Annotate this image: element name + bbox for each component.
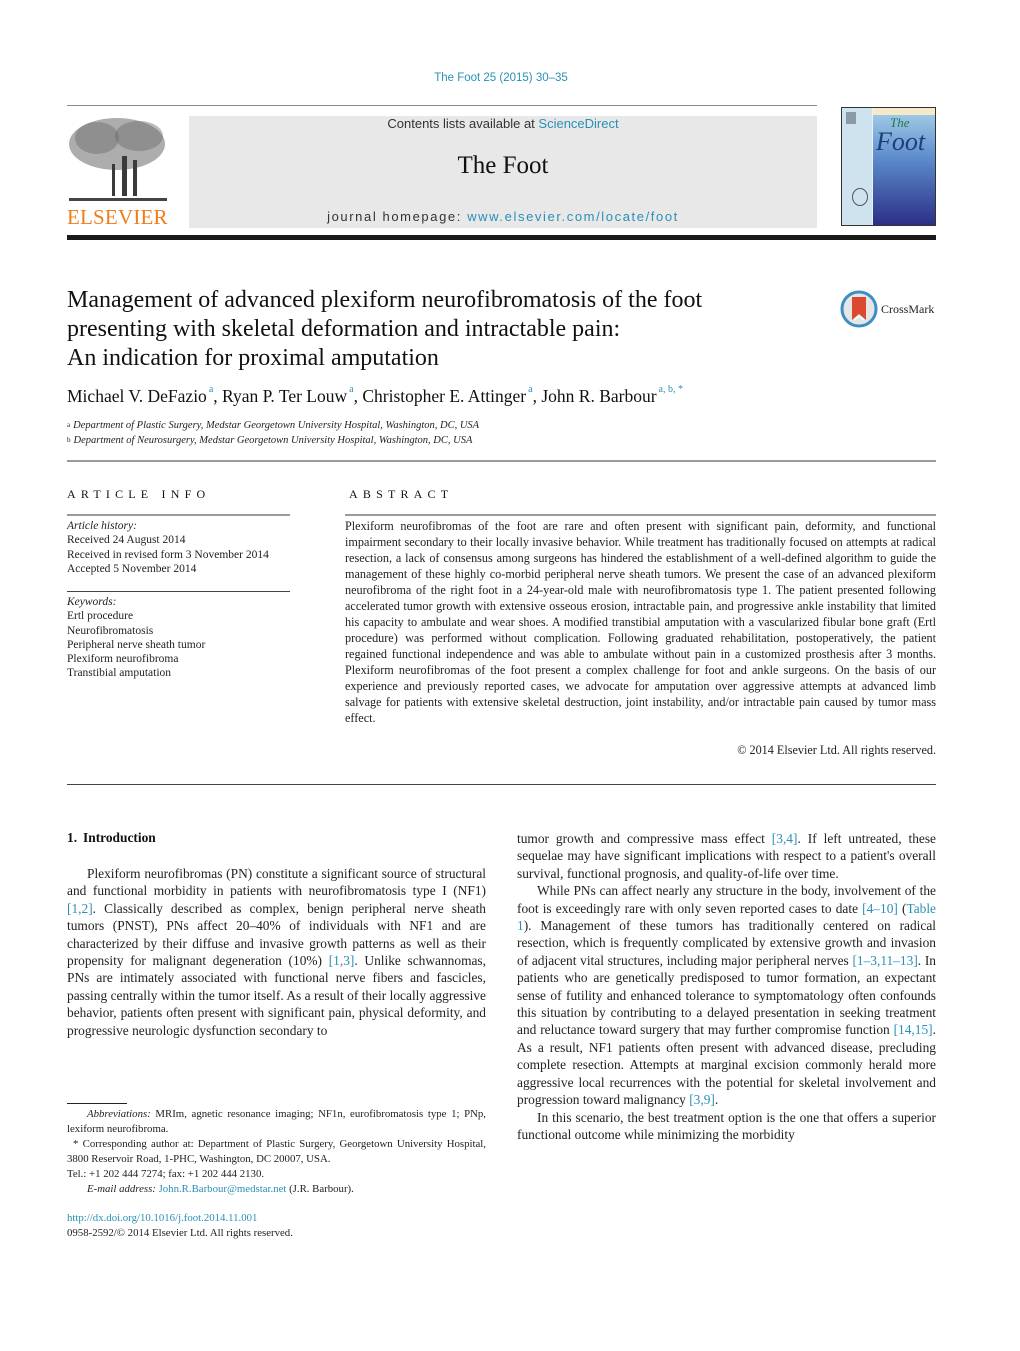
author-name[interactable]: Christopher E. Attinger xyxy=(362,386,526,406)
contents-prefix: Contents lists available at xyxy=(387,116,539,131)
issn-copyright: 0958-2592/© 2014 Elsevier Ltd. All right… xyxy=(67,1227,293,1239)
history-item: Accepted 5 November 2014 xyxy=(67,562,197,575)
citation-link[interactable]: [1–3,11–13] xyxy=(852,953,917,968)
elsevier-wordmark: ELSEVIER xyxy=(67,205,168,229)
email-link[interactable]: John.R.Barbour@medstar.net xyxy=(159,1183,287,1195)
keywords-divider xyxy=(67,591,290,592)
header-divider xyxy=(67,105,817,106)
abstract-end-divider xyxy=(67,784,936,785)
body-text: Plexiform neurofibromas (PN) constitute … xyxy=(67,866,486,899)
homepage-link[interactable]: www.elsevier.com/locate/foot xyxy=(467,209,679,224)
author-list: Michael V. DeFazio a, Ryan P. Ter Louw a, … xyxy=(67,384,683,406)
citation-link[interactable]: [3,4] xyxy=(772,831,798,846)
keyword-item: Transtibial amputation xyxy=(67,667,172,680)
citation-link[interactable]: [14,15] xyxy=(894,1022,933,1037)
author-name[interactable]: Michael V. DeFazio xyxy=(67,386,207,406)
body-text: . xyxy=(714,1092,719,1108)
abbreviations-footnote: Abbreviations: MRIm, agnetic resonance i… xyxy=(67,1108,486,1135)
doi-link[interactable]: http://dx.doi.org/10.1016/j.foot.2014.11… xyxy=(67,1211,293,1226)
abstract-divider xyxy=(345,514,936,516)
corresponding-author-footnote: * Corresponding author at: Department of… xyxy=(67,1138,486,1165)
keyword-item: Ertl procedure xyxy=(67,610,134,623)
society-emblem-icon xyxy=(852,188,868,206)
section-title: Introduction xyxy=(83,830,156,845)
article-info-divider xyxy=(67,514,290,516)
history-item: Received in revised form 3 November 2014 xyxy=(67,548,269,561)
journal-homepage: journal homepage: www.elsevier.com/locat… xyxy=(189,209,817,224)
crossmark-label: CrossMark xyxy=(881,301,935,316)
journal-reference-link[interactable]: The Foot 25 (2015) 30–35 xyxy=(0,72,1002,84)
keywords: Keywords: Ertl procedure Neurofibromatos… xyxy=(67,595,205,681)
journal-cover-thumbnail[interactable]: The Foot xyxy=(841,107,936,226)
citation-link[interactable]: [1,2] xyxy=(67,901,93,916)
affiliation-item: a Department of Plastic Surgery, Medstar … xyxy=(67,420,480,431)
journal-title: The Foot xyxy=(457,152,549,179)
contents-availability: Contents lists available at ScienceDirec… xyxy=(189,116,817,131)
body-left-column: Plexiform neurofibromas (PN) constitute … xyxy=(67,865,486,1039)
section-heading: 1. Introduction xyxy=(67,830,156,846)
affiliations: a Department of Plastic Surgery, Medstar … xyxy=(67,418,479,448)
article-title: Management of advanced plexiform neurofi… xyxy=(67,287,703,371)
citation-link[interactable]: [1,3] xyxy=(329,953,355,968)
cover-title: The Foot xyxy=(876,115,926,156)
doi-block: http://dx.doi.org/10.1016/j.foot.2014.11… xyxy=(67,1211,293,1241)
body-text: In this scenario, the best treatment opt… xyxy=(517,1109,936,1142)
citation-link[interactable]: [4–10] xyxy=(862,901,898,916)
abstract-copyright: © 2014 Elsevier Ltd. All rights reserved… xyxy=(737,743,936,757)
keyword-item: Plexiform neurofibroma xyxy=(67,653,179,666)
email-footnote: E-mail address: John.R.Barbour@medstar.n… xyxy=(87,1183,354,1195)
body-paragraph: While PNs can affect nearly any structur… xyxy=(517,882,936,1108)
crossmark-button[interactable]: CrossMark xyxy=(840,290,934,328)
contact-phone: Tel.: +1 202 444 7274; fax: +1 202 444 2… xyxy=(67,1168,265,1180)
keywords-label: Keywords: xyxy=(67,596,117,608)
keyword-item: Peripheral nerve sheath tumor xyxy=(67,638,206,651)
author-affiliation-mark[interactable]: a, b, * xyxy=(659,384,683,395)
history-item: Received 24 August 2014 xyxy=(67,534,186,547)
elsevier-badge-icon xyxy=(846,112,856,124)
article-info-heading: ARTICLE INFO xyxy=(67,487,211,501)
article-history: Article history: Received 24 August 2014… xyxy=(67,519,269,576)
header-thick-divider xyxy=(67,235,936,240)
author-name[interactable]: Ryan P. Ter Louw xyxy=(222,386,347,406)
author-affiliation-mark[interactable]: a xyxy=(209,384,213,395)
abstract-heading: ABSTRACT xyxy=(349,487,454,501)
keyword-item: Neurofibromatosis xyxy=(67,624,154,637)
body-paragraph: Plexiform neurofibromas (PN) constitute … xyxy=(67,865,486,1039)
history-label: Article history: xyxy=(67,520,137,532)
body-right-column: tumor growth and compressive mass effect… xyxy=(517,830,936,1143)
author-affiliation-mark[interactable]: a xyxy=(528,384,532,395)
body-paragraph: tumor growth and compressive mass effect… xyxy=(517,830,936,882)
crossmark-icon xyxy=(840,290,878,328)
citation-link[interactable]: [3,9] xyxy=(689,1092,715,1107)
author-affiliation-mark[interactable]: a xyxy=(349,384,353,395)
affiliations-divider xyxy=(67,460,936,462)
homepage-prefix: journal homepage: xyxy=(327,209,468,224)
body-text: tumor growth and compressive mass effect xyxy=(517,831,772,846)
body-paragraph: In this scenario, the best treatment opt… xyxy=(517,1109,936,1144)
footnotes: Abbreviations: MRIm, agnetic resonance i… xyxy=(67,1107,486,1197)
section-number: 1. xyxy=(67,830,78,845)
author-name[interactable]: John R. Barbour xyxy=(541,386,656,406)
sciencedirect-link[interactable]: ScienceDirect xyxy=(538,116,618,131)
footnote-divider xyxy=(67,1103,127,1104)
abstract-text: Plexiform neurofibromas of the foot are … xyxy=(345,519,936,725)
tree-icon xyxy=(67,116,169,204)
affiliation-item: b Department of Neurosurgery, Medstar Geo… xyxy=(67,435,473,446)
